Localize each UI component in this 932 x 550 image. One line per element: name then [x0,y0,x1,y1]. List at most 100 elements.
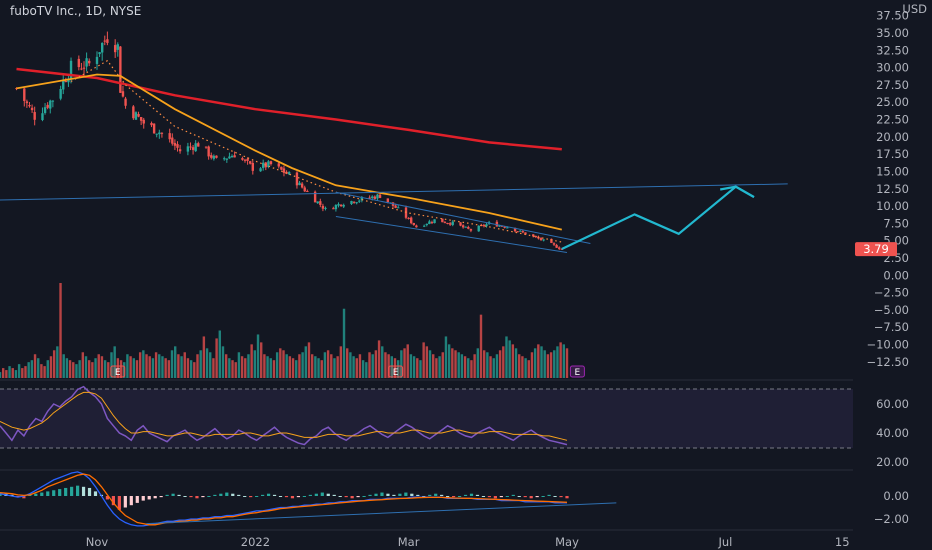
volume-bar [381,346,384,378]
macd-histogram-bar [284,496,289,498]
volume-bar [100,356,104,378]
candle-body [28,105,31,107]
macd-histogram-bar [434,493,438,496]
macd-histogram-bar [344,496,348,498]
candle-body [337,204,340,206]
volume-bar [59,283,62,378]
candle-body [207,146,210,157]
candle-body [319,201,322,205]
candle-body [95,56,99,64]
volume-bar [323,352,327,378]
candle-body [168,133,171,140]
candle-body [448,223,452,225]
candle-body [77,58,81,68]
volume-bar [288,356,292,378]
volume-bar [438,356,441,378]
candle-body [482,224,486,226]
volume-bar [14,370,18,378]
volume-bar [451,348,454,378]
candle-body [106,39,109,43]
macd-histogram-bar [123,496,127,508]
volume-bar [355,358,358,378]
candle-body [191,147,195,150]
candle-body [173,142,177,146]
macd-tick-label: 0.00 [883,489,909,503]
volume-bar [193,362,196,378]
volume-bar [527,360,530,378]
candle-body [324,207,327,209]
candle-body [103,40,106,42]
volume-bar [320,360,323,378]
candle-body [33,112,36,120]
volume-bar [432,354,435,378]
volume-bar [365,362,368,378]
price-tick-label: 7.50 [883,216,909,230]
projection[interactable] [561,185,755,250]
candle-body [113,45,117,53]
candle-body [339,204,343,207]
candle-body [298,182,301,186]
volume-bar [416,358,419,378]
price-axis[interactable]: USD 37.5035.0032.5030.0027.5025.0022.502… [866,2,927,526]
time-tick-label: May [555,535,579,549]
candle-body [397,207,400,209]
volume-bar [317,358,320,378]
macd-histogram-bar [523,496,527,498]
price-chart[interactable]: EEE USD 37.5035.0032.5030.0027.5025.0022… [0,0,932,550]
volume-bar [546,354,550,378]
price-tick-label: 20.00 [876,130,909,144]
price-tick-label: 35.00 [876,26,909,40]
volume-bar [422,342,425,378]
macd-histogram-bar [529,496,533,499]
trendlines[interactable] [0,183,788,253]
candle-body [425,223,428,226]
candle-body [373,196,377,199]
volume-bar [553,350,556,378]
time-axis[interactable]: Nov 2022 Mar May Jul 15 [86,535,850,549]
volume-bar [199,350,202,378]
volume-bar [406,344,409,378]
candle-body [433,219,436,224]
candle-body [49,100,52,109]
volume-bar [425,346,429,378]
candle-body [194,143,197,152]
macd-histogram-bar [475,494,480,496]
candle-body [376,194,379,199]
time-tick-label: Jul [717,535,732,549]
candle-body [228,156,231,159]
candle-body [303,187,306,192]
volume-bar [384,352,387,378]
projection-path [561,185,755,250]
candle-body [506,227,509,229]
candle-body [306,190,309,192]
volume-bar [533,348,537,378]
candle-body [152,123,156,134]
candle-body [150,122,153,126]
macd-histogram-bar [189,496,193,498]
macd-histogram-bar [231,493,235,496]
macd-histogram-bar [159,496,163,498]
volume-bar [75,364,78,378]
candle-body [352,201,356,203]
volume-bar [180,356,183,378]
volume-bar [129,356,132,378]
volume-bar [46,360,49,378]
time-tick-label: Mar [398,535,420,549]
volume-bar [186,358,190,378]
macd-histogram-bar [517,496,521,497]
macd-histogram-bar [446,496,450,497]
volume-bar [537,344,540,378]
volume-bar [559,342,562,378]
rsi-tick-label: 20.00 [876,455,909,469]
macd-histogram-bar [219,493,223,496]
earnings-marker-label: E [115,368,121,378]
volume-bar [202,336,206,378]
volume-bar [298,354,301,378]
candle-body [204,146,208,148]
candle-body [461,225,465,228]
volume-bar [339,346,343,378]
macd-histogram-bar [505,496,509,497]
volume-bar [142,350,145,378]
volume-bar [358,354,362,378]
macd-histogram-bar [380,492,384,496]
